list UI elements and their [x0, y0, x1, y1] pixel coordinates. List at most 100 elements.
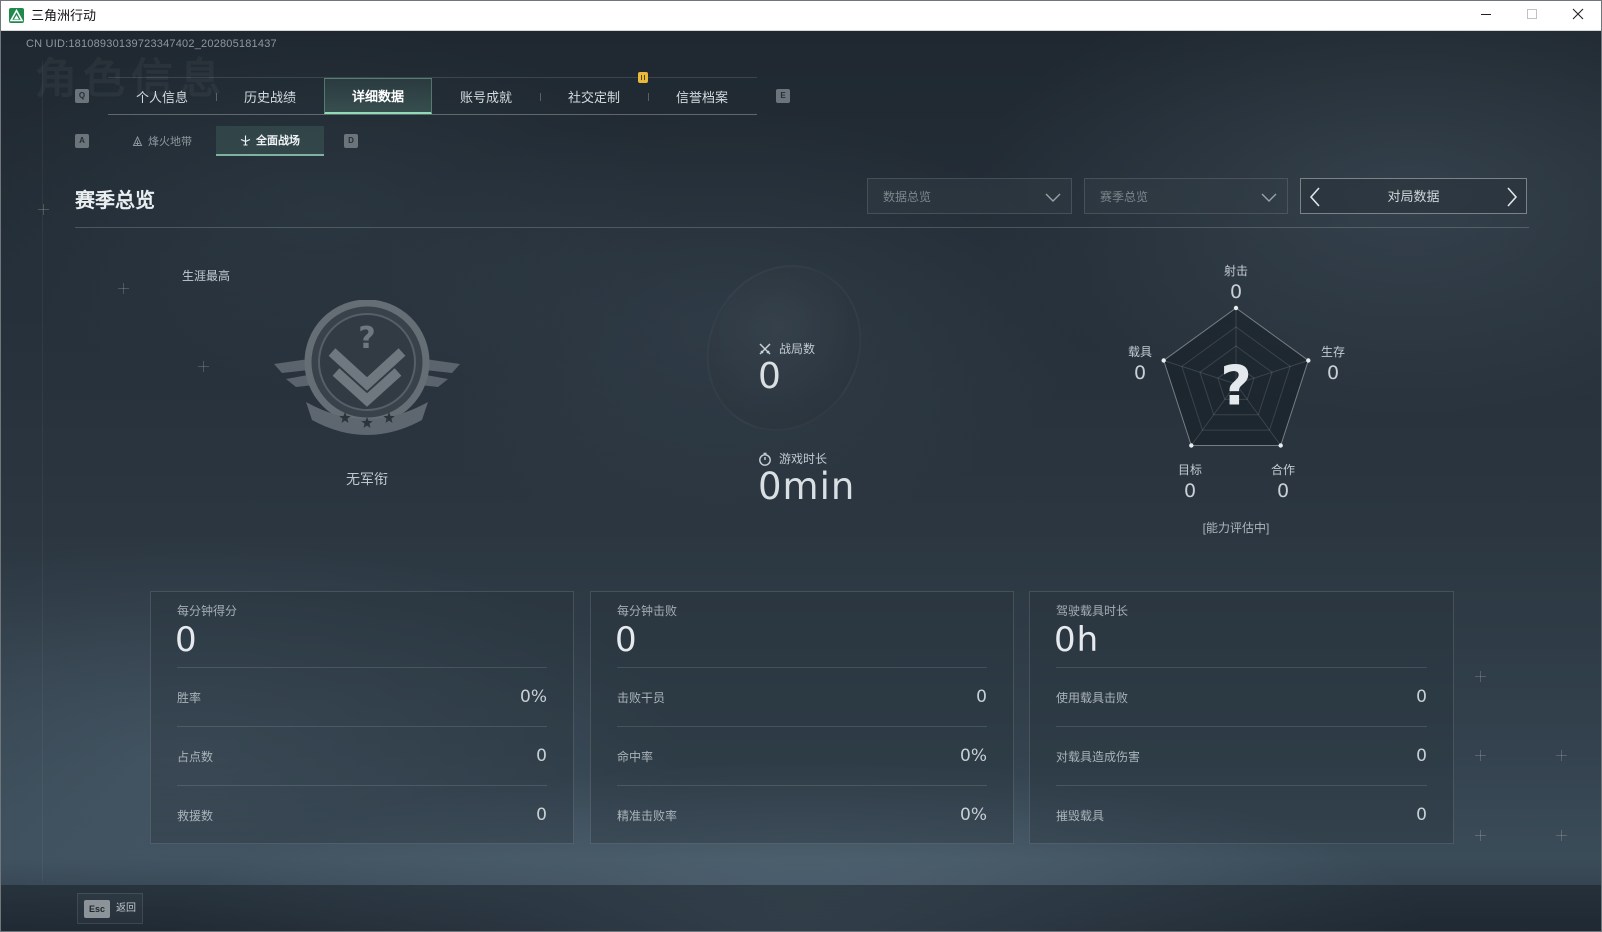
- tab-label: 账号成就: [459, 89, 512, 105]
- subtab-hazard-zone[interactable]: 烽火地带: [108, 126, 216, 156]
- kills-per-minute-card: 每分钟击败 0 击败干员 0 命中率 0% 精准击败率 0%: [590, 591, 1014, 844]
- stat-label: 占点数: [177, 749, 214, 764]
- radar-axis-vehicle: 载具 0: [1110, 344, 1170, 384]
- chevron-down-icon: [1045, 190, 1061, 204]
- chevron-down-icon: [1261, 190, 1277, 204]
- hazard-zone-icon: [132, 135, 143, 147]
- crosshair-mark: [1475, 750, 1486, 761]
- card-value: 0: [175, 620, 198, 660]
- card-rows: 使用载具击败 0 对载具造成伤害 0 摧毁载具 0: [1056, 667, 1427, 844]
- next-subtab-key-hint[interactable]: D: [344, 134, 358, 148]
- season-dropdown[interactable]: 赛季总览: [1084, 178, 1288, 214]
- tab-label: 社交定制: [567, 89, 620, 105]
- stopwatch-icon: [758, 452, 772, 466]
- radar-axis-value: 0: [1183, 480, 1197, 502]
- radar-axis-label: 合作: [1270, 463, 1295, 477]
- close-icon: [1572, 7, 1584, 25]
- stat-label: 精准击败率: [617, 808, 678, 823]
- player-uid: CN UID:18108930139723347402_202805181437: [26, 38, 277, 50]
- radar-center-symbol: ?: [1220, 355, 1251, 418]
- stat-label: 命中率: [617, 749, 654, 764]
- stat-row: 命中率 0%: [617, 726, 987, 785]
- tab-detailed-data[interactable]: 详细数据: [324, 78, 432, 114]
- tab-personal-info[interactable]: 个人信息: [108, 78, 216, 114]
- window-title-bar[interactable]: 三角洲行动: [1, 1, 1601, 31]
- card-value: 0h: [1054, 620, 1100, 660]
- crosshair-mark: [1556, 830, 1567, 841]
- stat-row: 击败干员 0: [617, 667, 987, 726]
- radar-axis-value: 0: [1133, 362, 1147, 384]
- dropdown-value: 赛季总览: [1100, 190, 1149, 204]
- esc-key-hint: Esc: [84, 900, 110, 918]
- stat-value: 0%: [960, 805, 987, 825]
- stat-row: 摧毁载具 0: [1056, 785, 1427, 844]
- next-tab-key-hint[interactable]: E: [776, 89, 790, 103]
- back-button[interactable]: Esc 返回: [77, 893, 143, 924]
- maximize-button[interactable]: [1509, 1, 1555, 30]
- crosshair-mark: [1556, 750, 1567, 761]
- stat-value: 0: [536, 805, 547, 825]
- close-button[interactable]: [1555, 1, 1601, 30]
- vehicle-time-card: 驾驶载具时长 0h 使用载具击败 0 对载具造成伤害 0 摧毁载具 0: [1029, 591, 1454, 844]
- card-rows: 击败干员 0 命中率 0% 精准击败率 0%: [617, 667, 987, 844]
- section-divider: [75, 227, 1529, 228]
- crosshair-mark: [1475, 830, 1486, 841]
- back-label: 返回: [116, 903, 136, 914]
- tab-match-history[interactable]: 历史战绩: [216, 78, 324, 114]
- data-scope-dropdown[interactable]: 数据总览: [867, 178, 1072, 214]
- radar-axis-label: 生存: [1320, 345, 1345, 359]
- tab-social-customization[interactable]: 社交定制: [540, 78, 648, 114]
- stat-label: 对载具造成伤害: [1056, 749, 1141, 764]
- crosshair-mark: [198, 361, 209, 372]
- delta-force-logo-icon: [9, 8, 24, 23]
- prev-subtab-key-hint[interactable]: A: [75, 134, 89, 148]
- card-title: 驾驶载具时长: [1056, 604, 1129, 618]
- radar-vertex-dot: [1278, 443, 1283, 448]
- dropdown-value: 数据总览: [883, 190, 932, 204]
- stat-label: 胜率: [177, 690, 202, 705]
- card-value: 0: [615, 620, 638, 660]
- tab-label: 信誉档案: [675, 89, 728, 105]
- playtime-label: 游戏时长: [779, 452, 828, 466]
- stat-label: 救援数: [177, 808, 214, 823]
- crossed-swords-icon: [758, 342, 772, 356]
- subtab-label: 全面战场: [256, 135, 300, 147]
- radar-axis-value: 0: [1229, 281, 1243, 303]
- radar-vertex-dot: [1233, 305, 1239, 311]
- tab-label: 个人信息: [135, 89, 188, 105]
- main-tab-bar: 个人信息 历史战绩 详细数据 账号成就 社交定制 信誉档案: [108, 77, 757, 115]
- playtime-value: 0min: [758, 465, 856, 508]
- radar-vertex-dot: [1189, 443, 1194, 448]
- subtab-warfare[interactable]: 全面战场: [216, 126, 324, 156]
- subtab-label: 烽火地带: [148, 136, 192, 148]
- minimize-button[interactable]: [1463, 1, 1509, 30]
- game-window: 三角洲行动 角色信息 CN UID:18108930139723347402_2…: [0, 0, 1602, 932]
- minimize-icon: [1480, 7, 1492, 25]
- radar-status: [能力评估中]: [1202, 521, 1270, 535]
- stat-row: 占点数 0: [177, 726, 547, 785]
- stat-row: 对载具造成伤害 0: [1056, 726, 1427, 785]
- stat-label: 击败干员: [617, 690, 666, 705]
- chevron-right-icon[interactable]: [1506, 187, 1518, 207]
- tab-credit-record[interactable]: 信誉档案: [648, 78, 756, 114]
- crosshair-mark: [118, 283, 129, 294]
- stat-row: 使用载具击败 0: [1056, 667, 1427, 726]
- radar-axis-survival: 生存 0: [1303, 344, 1363, 384]
- radar-axis-label: 载具: [1127, 345, 1152, 359]
- section-title: 赛季总览: [75, 190, 155, 212]
- rank-name: 无军衔: [346, 471, 388, 487]
- stat-value: 0%: [520, 687, 547, 707]
- tab-achievements[interactable]: 账号成就: [432, 78, 540, 114]
- matches-value: 0: [758, 356, 782, 397]
- view-mode-selector[interactable]: 对局数据: [1300, 178, 1527, 214]
- card-title: 每分钟击败: [617, 604, 678, 618]
- radar-axis-cooperation: 合作 0: [1253, 462, 1313, 502]
- radar-axis-value: 0: [1276, 480, 1290, 502]
- prev-tab-key-hint[interactable]: Q: [75, 89, 89, 103]
- matches-label: 战局数: [779, 342, 816, 356]
- rank-emblem-icon: ?: [272, 299, 462, 442]
- radar-axis-label: 目标: [1177, 463, 1202, 477]
- tab-label: 历史战绩: [243, 89, 296, 105]
- crosshair-mark: [1475, 671, 1486, 682]
- radar-axis-shooting: 射击 0: [1206, 263, 1266, 303]
